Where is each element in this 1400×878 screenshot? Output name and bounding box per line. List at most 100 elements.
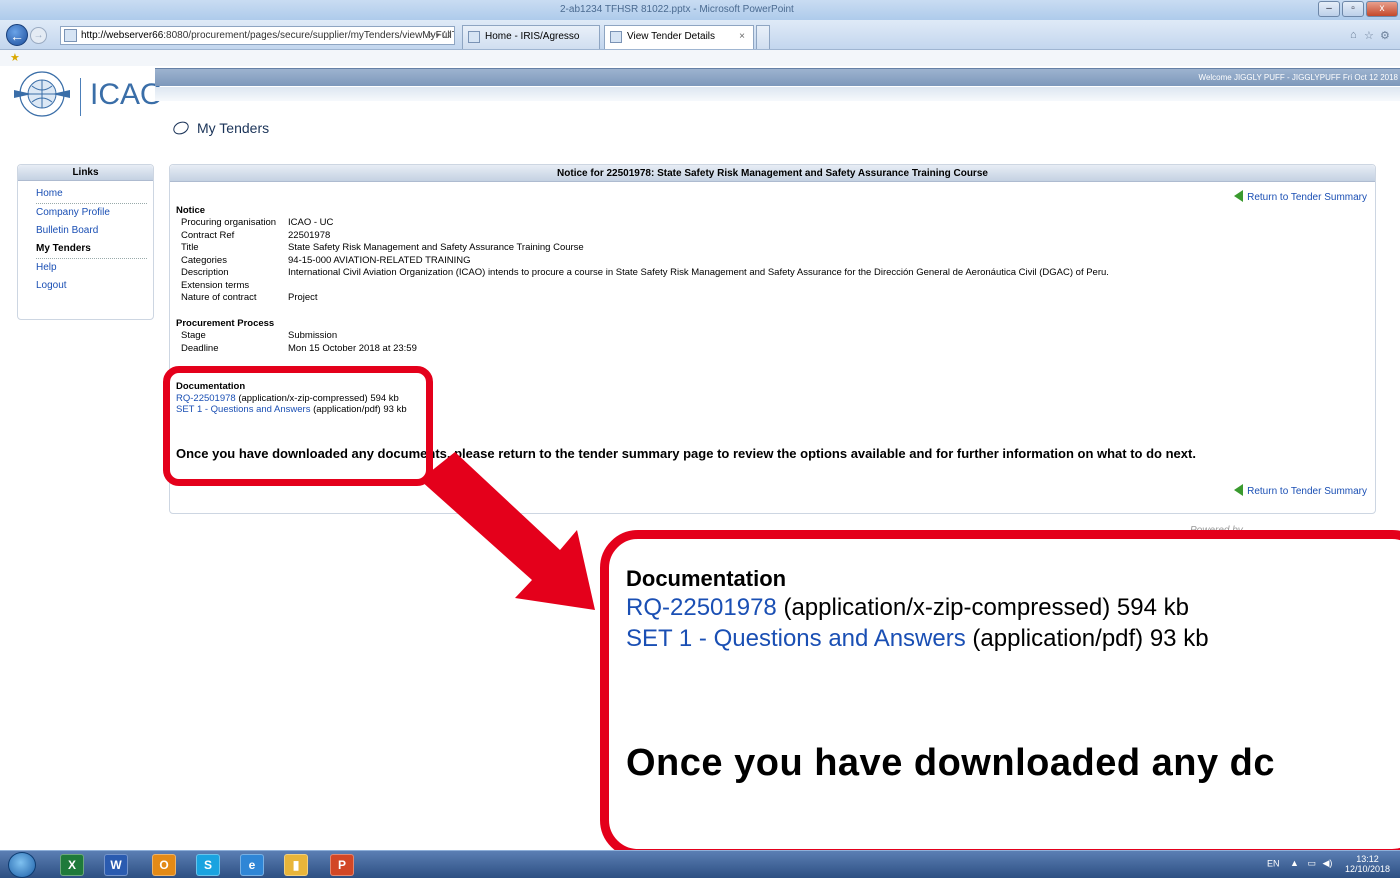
- close-window-button[interactable]: x: [1366, 1, 1398, 17]
- return-to-summary-link-top[interactable]: Return to Tender Summary: [1234, 190, 1367, 203]
- favorites-star-icon[interactable]: ☆: [1364, 29, 1374, 42]
- welcome-text: Welcome JIGGLY PUFF - JIGGLYPUFF Fri Oct…: [1198, 73, 1398, 82]
- zoom-document-item: SET 1 - Questions and Answers (applicati…: [626, 625, 1209, 653]
- ring-icon: [171, 119, 191, 137]
- tab-label: View Tender Details: [627, 31, 716, 42]
- icao-logo-text: ICAO: [90, 78, 164, 111]
- sidebar-item-company-profile[interactable]: Company Profile: [36, 204, 147, 222]
- field-label: Nature of contract: [181, 292, 257, 303]
- field-label: Title: [181, 242, 199, 253]
- detail-row: Procuring organisation ICAO - UC: [176, 217, 1109, 230]
- field-value: Submission: [288, 330, 338, 341]
- clock-date: 12/10/2018: [1344, 864, 1390, 874]
- detail-row: Contract Ref 22501978: [176, 230, 1109, 243]
- powerpoint-icon[interactable]: P: [330, 854, 354, 876]
- sidebar-item-my-tenders[interactable]: My Tenders: [36, 240, 147, 259]
- sidebar-item-home[interactable]: Home: [36, 185, 147, 204]
- detail-row: Title State Safety Risk Management and Sa…: [176, 242, 1109, 255]
- links-panel: Links Home Company Profile Bulletin Boar…: [17, 164, 154, 320]
- return-arrow-icon: [1234, 190, 1244, 202]
- tab-view-tender-details[interactable]: View Tender Details ×: [604, 25, 754, 49]
- file-explorer-icon[interactable]: ▮: [284, 854, 308, 876]
- address-controls[interactable]: ⌕ ▾ ↻: [427, 27, 451, 44]
- zoom-heading: Documentation: [626, 566, 787, 591]
- internet-explorer-icon[interactable]: e: [240, 854, 264, 876]
- new-tab-button[interactable]: [756, 25, 770, 49]
- system-tray: EN ▲ ▭ ◀) 13:12 12/10/2018: [1267, 854, 1390, 874]
- field-value: 22501978: [288, 229, 331, 241]
- field-value: State Safety Risk Management and Safety …: [288, 242, 584, 253]
- settings-gear-icon[interactable]: ⚙: [1380, 29, 1390, 42]
- zoom-document-meta: (application/x-zip-compressed) 594 kb: [776, 594, 1189, 621]
- address-host: http://webserver66: [81, 30, 164, 41]
- return-link-label: Return to Tender Summary: [1247, 486, 1367, 497]
- logo-separator: [80, 78, 81, 116]
- procurement-process-section: Procurement Process Stage Submission Dead…: [176, 318, 417, 355]
- zoom-document-link[interactable]: RQ-22501978: [626, 594, 777, 621]
- volume-icon[interactable]: ◀): [1323, 858, 1333, 868]
- field-label: Contract Ref: [181, 229, 235, 241]
- favorites-bar: ★: [0, 50, 1400, 66]
- field-label: Description: [181, 267, 229, 278]
- field-label: Deadline: [181, 342, 219, 354]
- clock[interactable]: 13:12 12/10/2018: [1345, 854, 1390, 874]
- links-heading: Links: [18, 165, 153, 181]
- outlook-icon[interactable]: O: [152, 854, 176, 876]
- field-label: Categories: [181, 254, 227, 266]
- show-hidden-icons-icon[interactable]: ▲: [1290, 858, 1299, 868]
- field-value: International Civil Aviation Organizatio…: [288, 267, 1109, 278]
- window-title: 2-ab1234 TFHSR 81022.pptx - Microsoft Po…: [560, 4, 794, 15]
- return-to-summary-link-bottom[interactable]: Return to Tender Summary: [1234, 484, 1367, 497]
- notice-heading: Notice for 22501978: State Safety Risk M…: [170, 165, 1375, 182]
- back-button[interactable]: ←: [6, 24, 28, 46]
- field-label: Stage: [181, 330, 206, 341]
- sidebar-item-logout[interactable]: Logout: [36, 277, 147, 295]
- excel-icon[interactable]: X: [60, 854, 84, 876]
- field-value: Mon 15 October 2018 at 23:59: [288, 342, 417, 354]
- detail-row: Nature of contract Project: [176, 292, 1109, 305]
- close-tab-icon[interactable]: ×: [739, 26, 745, 48]
- window-title-bar: 2-ab1234 TFHSR 81022.pptx - Microsoft Po…: [0, 0, 1400, 20]
- field-value: Project: [288, 292, 318, 303]
- address-path: :8080/procurement/pages/secure/supplier/…: [163, 30, 455, 41]
- sidebar-item-bulletin-board[interactable]: Bulletin Board: [36, 222, 147, 240]
- browser-navigation-bar: ← → http://webserver66:8080/procurement/…: [0, 20, 1400, 50]
- forward-button[interactable]: →: [30, 27, 47, 44]
- tab-favicon-icon: [610, 31, 622, 43]
- header-gradient: [155, 87, 1400, 101]
- address-bar[interactable]: http://webserver66:8080/procurement/page…: [60, 26, 455, 45]
- detail-row: Stage Submission: [176, 330, 417, 343]
- detail-row: Categories 94-15-000 AVIATION-RELATED TRA…: [176, 255, 1109, 268]
- detail-row: Description International Civil Aviation …: [176, 267, 1109, 280]
- skype-icon[interactable]: S: [196, 854, 220, 876]
- page-title-text: My Tenders: [197, 120, 270, 136]
- zoom-document-link[interactable]: SET 1 - Questions and Answers: [626, 625, 966, 652]
- home-icon[interactable]: ⌂: [1350, 29, 1357, 41]
- field-value: ICAO - UC: [288, 217, 334, 228]
- zoom-instruction: Once you have downloaded any dc: [626, 742, 1275, 784]
- detail-row: Extension terms: [176, 280, 1109, 293]
- return-arrow-icon: [1234, 484, 1244, 496]
- zoom-document-item: RQ-22501978 (application/x-zip-compresse…: [626, 594, 1189, 622]
- tab-home-iris[interactable]: Home - IRIS/Agresso: [462, 25, 600, 49]
- sidebar-item-help[interactable]: Help: [36, 259, 147, 277]
- start-button[interactable]: [8, 852, 36, 878]
- section-heading: Notice: [176, 205, 206, 216]
- page-title: My Tenders: [171, 119, 270, 137]
- windows-taskbar: X W O S e ▮ P EN ▲ ▭ ◀) 13:12 12/10/2018: [0, 850, 1400, 878]
- zoomed-documentation-callout: Documentation RQ-22501978 (application/x…: [600, 530, 1400, 858]
- tab-label: Home - IRIS/Agresso: [485, 31, 580, 42]
- language-indicator[interactable]: EN: [1267, 858, 1280, 868]
- tab-favicon-icon: [468, 31, 480, 43]
- network-icon[interactable]: ▭: [1307, 858, 1316, 868]
- section-heading: Procurement Process: [176, 318, 275, 329]
- add-favorites-icon[interactable]: ★: [10, 51, 20, 64]
- word-icon[interactable]: W: [104, 854, 128, 876]
- maximize-button[interactable]: ▫: [1342, 1, 1364, 17]
- detail-row: Deadline Mon 15 October 2018 at 23:59: [176, 343, 417, 356]
- notice-section: Notice Procuring organisation ICAO - UC C…: [176, 205, 1109, 305]
- minimize-button[interactable]: –: [1318, 1, 1340, 17]
- zoom-document-meta: (application/pdf) 93 kb: [965, 625, 1209, 652]
- field-label: Extension terms: [181, 279, 250, 291]
- documentation-highlight-box: [163, 366, 433, 486]
